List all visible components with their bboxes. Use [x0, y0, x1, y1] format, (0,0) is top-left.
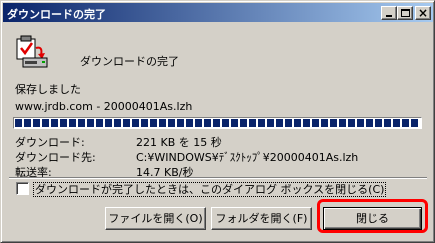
- detail-label-downloaded: ダウンロード:: [15, 136, 85, 149]
- maximize-icon: [401, 9, 410, 17]
- detail-label-destination: ダウンロード先:: [15, 151, 96, 164]
- dialog-heading: ダウンロードの完了: [80, 55, 179, 68]
- title-bar[interactable]: ダウンロードの完了 ×: [3, 3, 433, 22]
- window-title: ダウンロードの完了: [7, 8, 106, 21]
- close-on-complete-checkbox[interactable]: [16, 182, 29, 195]
- annotation-highlight: [317, 199, 428, 233]
- close-icon: ×: [417, 6, 429, 20]
- progress-fill: [15, 119, 420, 127]
- open-file-button[interactable]: ファイルを開く(O): [105, 207, 206, 230]
- detail-value-downloaded: 221 KB を 15 秒: [136, 136, 222, 149]
- open-folder-button[interactable]: フォルダを開く(F): [211, 207, 312, 230]
- close-window-button[interactable]: ×: [415, 6, 431, 20]
- progress-bar: [13, 117, 422, 129]
- divider: [9, 177, 427, 179]
- download-complete-dialog: ダウンロードの完了 × ダウンロードの完了 保存しました www.jrdb.co…: [0, 0, 435, 243]
- maximize-button[interactable]: [397, 6, 413, 20]
- minimize-icon: [386, 15, 392, 17]
- file-name: www.jrdb.com - 20000401As.lzh: [15, 100, 193, 113]
- detail-value-destination: C:¥WINDOWS¥ﾃﾞｽｸﾄｯﾌﾟ¥20000401As.lzh: [136, 151, 359, 164]
- status-text: 保存しました: [15, 83, 81, 96]
- close-on-complete-label[interactable]: ダウンロードが完了したときは、このダイアログ ボックスを閉じる(C): [33, 181, 387, 197]
- minimize-button[interactable]: [381, 6, 397, 20]
- download-complete-icon: [15, 35, 51, 69]
